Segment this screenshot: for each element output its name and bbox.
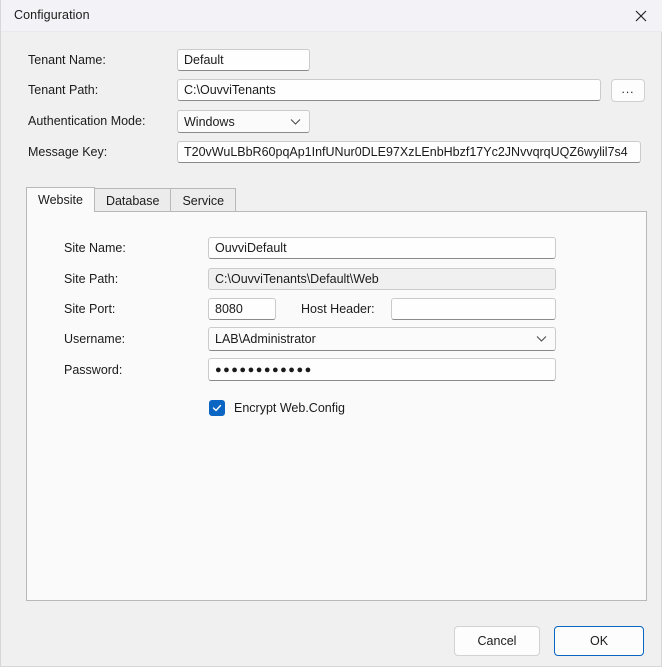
- site-port-label: Site Port:: [64, 302, 116, 316]
- tenant-path-browse-button[interactable]: ...: [611, 79, 645, 102]
- site-path-label: Site Path:: [64, 272, 119, 286]
- tab-service-label: Service: [182, 193, 225, 208]
- tab-strip: Website Database Service: [26, 187, 237, 212]
- host-header-label: Host Header:: [301, 302, 375, 316]
- message-key-input[interactable]: T20vWuLBbR60pqAp1InfUNur0DLE97XzLEnbHbzf…: [177, 141, 641, 163]
- tenant-path-input[interactable]: C:\OuvviTenants: [177, 79, 601, 101]
- tenant-path-label: Tenant Path:: [28, 83, 99, 97]
- message-key-label: Message Key:: [28, 145, 108, 159]
- encrypt-webconfig-label: Encrypt Web.Config: [234, 401, 345, 415]
- site-port-input[interactable]: 8080: [208, 298, 276, 320]
- chevron-down-icon: [290, 118, 301, 125]
- tab-website-label: Website: [38, 193, 83, 207]
- chevron-down-icon: [536, 336, 547, 343]
- site-name-label: Site Name:: [64, 241, 126, 255]
- tab-database[interactable]: Database: [93, 188, 172, 212]
- cancel-button[interactable]: Cancel: [454, 626, 540, 656]
- tenant-name-input[interactable]: Default: [177, 49, 310, 71]
- title-bar: Configuration: [1, 0, 662, 32]
- tab-service[interactable]: Service: [170, 188, 237, 212]
- password-label: Password:: [64, 363, 123, 377]
- username-label: Username:: [64, 332, 126, 346]
- site-path-input: C:\OuvviTenants\Default\Web: [208, 268, 556, 290]
- checkbox-checked-icon: [209, 400, 225, 416]
- authentication-mode-value: Windows: [184, 114, 235, 129]
- tab-website[interactable]: Website: [26, 187, 95, 212]
- encrypt-webconfig-checkbox[interactable]: Encrypt Web.Config: [209, 400, 345, 416]
- window-title: Configuration: [14, 8, 90, 22]
- username-value: LAB\Administrator: [215, 332, 316, 346]
- authentication-mode-label: Authentication Mode:: [28, 114, 146, 128]
- tenant-name-label: Tenant Name:: [28, 53, 106, 67]
- close-window-button[interactable]: [618, 0, 662, 31]
- tab-database-label: Database: [105, 193, 160, 208]
- username-select[interactable]: LAB\Administrator: [208, 327, 556, 351]
- ok-button[interactable]: OK: [554, 626, 644, 656]
- authentication-mode-select[interactable]: Windows: [177, 110, 310, 133]
- close-icon: [635, 10, 647, 22]
- configuration-dialog: Configuration Tenant Name: Default Tenan…: [0, 0, 662, 667]
- password-input[interactable]: ●●●●●●●●●●●●: [208, 358, 556, 381]
- site-name-input[interactable]: OuvviDefault: [208, 237, 556, 259]
- host-header-input[interactable]: [391, 298, 556, 320]
